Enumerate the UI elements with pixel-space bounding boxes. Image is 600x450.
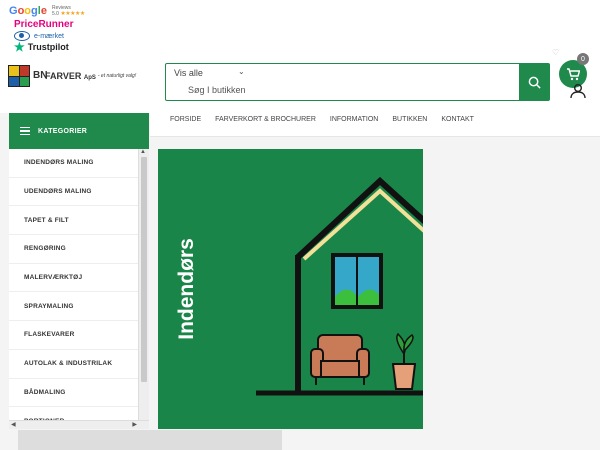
logo-tagline: - et naturligt valg! xyxy=(97,73,137,79)
site-header: BN FARVER ApS - et naturligt valg! Vis a… xyxy=(0,48,600,113)
logo-aps: ApS xyxy=(83,75,96,81)
category-item[interactable]: BÅDMALING xyxy=(9,379,148,408)
pricerunner-logo[interactable]: PriceRunner xyxy=(14,19,73,30)
chevron-down-icon[interactable]: ⌄ xyxy=(238,67,245,76)
emaerket-label: e-mærket xyxy=(34,32,64,40)
scroll-up-icon[interactable]: ▲ xyxy=(140,149,146,155)
scroll-left-icon[interactable]: ◀ xyxy=(11,421,16,428)
google-stars: ★★★★★ xyxy=(60,11,85,17)
cart-count-badge: 0 xyxy=(577,53,589,65)
logo-color-grid-icon xyxy=(8,65,30,87)
search-category-select[interactable]: Vis alle xyxy=(174,68,203,78)
search-input[interactable] xyxy=(188,83,508,97)
google-rating: Reviews 5.0 ★★★★★ xyxy=(52,5,85,17)
category-item[interactable]: FLASKEVARER xyxy=(9,321,148,350)
trustpilot-star-icon: ★ xyxy=(14,40,25,54)
category-item[interactable]: TAPET & FILT xyxy=(9,206,148,236)
menu-item-farverkort[interactable]: FARVERKORT & BROCHURER xyxy=(215,116,316,123)
menu-item-information[interactable]: INFORMATION xyxy=(330,116,378,123)
hero-banner[interactable]: Indendørs xyxy=(158,149,423,429)
trustpilot-label: Trustpilot xyxy=(27,42,69,52)
cart-icon xyxy=(567,67,580,80)
hamburger-icon xyxy=(20,125,30,138)
categories-toggle-button[interactable]: KATEGORIER xyxy=(9,113,149,149)
site-logo[interactable]: BN FARVER ApS - et naturligt valg! xyxy=(8,65,136,87)
category-scrollbar[interactable]: ▲ ▼ xyxy=(138,149,149,429)
google-rating-value: 5.0 xyxy=(52,11,59,17)
menu-item-forside[interactable]: FORSIDE xyxy=(170,116,201,123)
category-item[interactable]: INDENDØRS MALING xyxy=(9,149,148,178)
trust-badges: Google Reviews 5.0 ★★★★★ PriceRunner e-m… xyxy=(0,0,600,58)
main-menu: FORSIDE FARVERKORT & BROCHURER INFORMATI… xyxy=(170,116,474,123)
wishlist-icon[interactable]: ♡ xyxy=(552,48,559,57)
logo-bn: BN xyxy=(33,70,48,81)
category-list: INDENDØRS MALING UDENDØRS MALING TAPET &… xyxy=(9,149,149,429)
scroll-right-icon[interactable]: ▶ xyxy=(132,421,137,428)
category-item[interactable]: UDENDØRS MALING xyxy=(9,178,148,207)
house-illustration xyxy=(256,176,423,396)
search-bar: Vis alle ⌄ xyxy=(165,63,550,101)
category-item[interactable]: RENGØRING xyxy=(9,235,148,264)
category-item[interactable]: SPRAYMALING xyxy=(9,292,148,322)
search-button[interactable] xyxy=(519,64,549,100)
trustpilot-logo[interactable]: ★ Trustpilot xyxy=(14,40,69,54)
category-item[interactable]: MALERVÆRKTØJ xyxy=(9,264,148,293)
categories-label: KATEGORIER xyxy=(38,127,88,135)
category-item[interactable]: AUTOLAK & INDUSTRILAK xyxy=(9,350,148,379)
logo-name-text: FARVER xyxy=(45,71,82,81)
google-reviews-logo[interactable]: Google xyxy=(9,5,47,17)
page-section-strip xyxy=(18,430,282,450)
menu-item-butikken[interactable]: BUTIKKEN xyxy=(392,116,427,123)
search-icon xyxy=(528,76,541,89)
logo-name: FARVER ApS xyxy=(45,71,96,81)
user-icon xyxy=(570,84,586,99)
scrollbar-thumb[interactable] xyxy=(141,157,147,382)
menu-item-kontakt[interactable]: KONTAKT xyxy=(441,116,474,123)
account-button[interactable] xyxy=(569,84,587,103)
category-horizontal-scrollbar[interactable]: ◀ ▶ xyxy=(9,420,149,429)
